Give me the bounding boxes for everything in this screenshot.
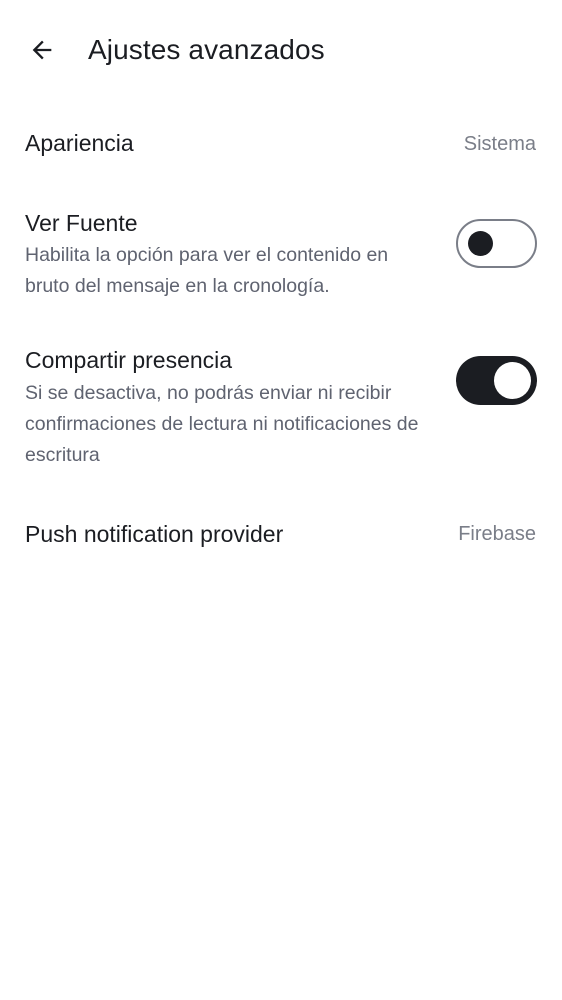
setting-value-push-provider: Firebase (458, 523, 536, 545)
setting-label-push-provider: Push notification provider (25, 521, 284, 547)
setting-value-appearance: Sistema (463, 133, 536, 155)
arrow-left-icon (32, 40, 52, 60)
share-presence-toggle[interactable] (456, 356, 537, 405)
setting-description-view-source: Habilita la opción para ver el contenido… (25, 244, 389, 297)
setting-label-share-presence: Compartir presencia (25, 347, 233, 373)
toggle-knob (494, 362, 531, 399)
back-button[interactable] (18, 26, 66, 74)
setting-row-share-presence[interactable]: Compartir presencia Si se desactiva, no … (0, 334, 562, 484)
page-title: Ajustes avanzados (88, 34, 325, 65)
setting-label-view-source: Ver Fuente (25, 210, 138, 236)
setting-label-appearance: Apariencia (25, 130, 134, 156)
top-app-bar: Ajustes avanzados (0, 0, 562, 100)
toggle-knob (468, 230, 493, 256)
setting-row-view-source[interactable]: Ver Fuente Habilita la opción para ver e… (0, 196, 562, 316)
view-source-toggle[interactable] (456, 219, 537, 268)
setting-row-push-provider[interactable]: Push notification provider Firebase (0, 502, 562, 566)
setting-description-share-presence: Si se desactiva, no podrás enviar ni rec… (25, 382, 419, 466)
setting-row-appearance[interactable]: Apariencia Sistema (0, 112, 562, 176)
